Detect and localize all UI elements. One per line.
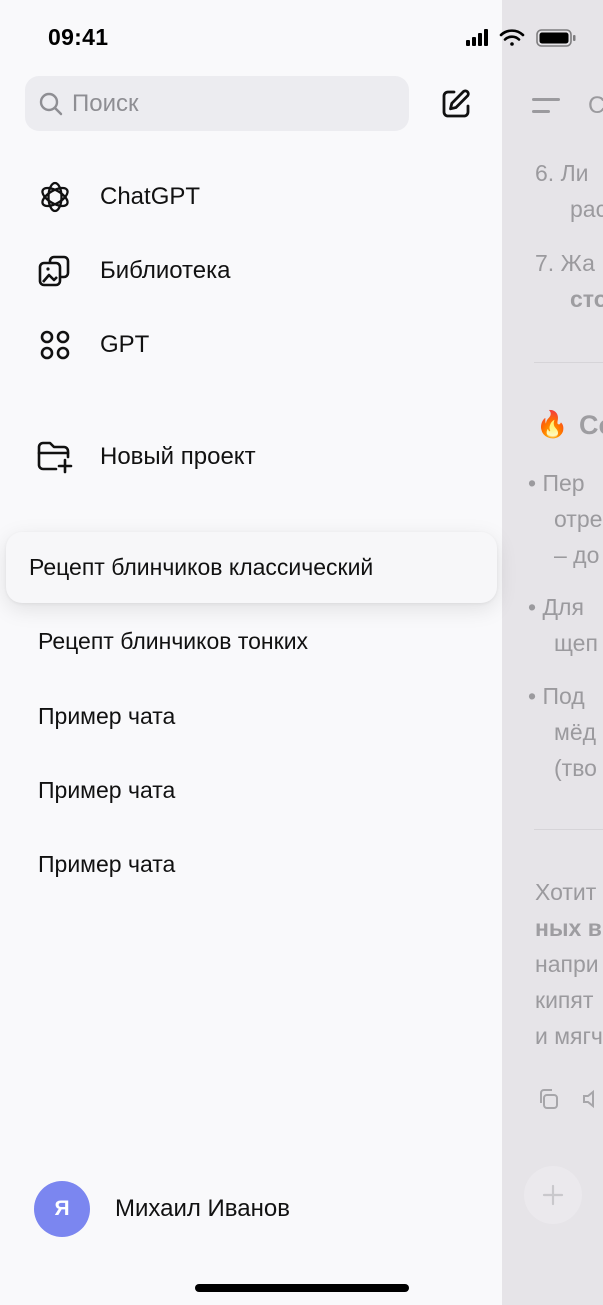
fire-emoji: 🔥 [536,409,569,439]
profile-name: Михаил Иванов [115,1195,290,1222]
chat-line: напри [535,951,599,977]
chat-line: рас [570,196,603,222]
profile-button[interactable]: Я Михаил Иванов [34,1181,290,1237]
menu-icon[interactable] [532,96,562,116]
nav-label: GPT [100,331,150,358]
home-indicator[interactable] [195,1284,409,1292]
chat-line: кипят [535,987,594,1013]
chat-line: и мягч [535,1023,603,1049]
chat-preview-panel[interactable]: С 6. Ли рас 7. Жа сто 🔥 Со • Пер отре – … [502,0,603,1305]
chat-line: • Для [528,594,584,620]
chat-line: 6. Ли [535,160,589,186]
avatar: Я [34,1181,90,1237]
chat-item[interactable]: Пример чата [38,851,175,878]
chat-line: сто [570,286,603,312]
chat-line: Хотит [535,879,597,905]
compose-icon[interactable] [438,86,474,122]
chat-item-active[interactable]: Рецепт блинчиков классический [6,532,497,603]
search-icon [39,92,63,115]
search-bar[interactable] [25,76,409,131]
divider [534,829,603,830]
status-time: 09:41 [48,24,109,50]
speaker-icon[interactable] [580,1087,603,1111]
nav-label: ChatGPT [100,183,201,210]
search-input[interactable] [72,89,372,118]
chat-line: – до [554,542,600,568]
grid-dots-icon [36,326,74,364]
nav-item-library[interactable]: Библиотека [36,249,231,293]
divider [534,362,603,363]
wifi-icon [499,29,525,46]
chat-line: отре [554,506,603,532]
chat-item[interactable]: Рецепт блинчиков тонких [38,628,308,655]
sidebar: 09:41 Поиск ChatGPT Библиотека GPT Новый… [0,0,576,1305]
plus-icon [542,1184,564,1206]
chat-heading: Со [579,410,603,440]
chat-item[interactable]: Пример чата [38,777,175,804]
new-project-button[interactable]: Новый проект [36,435,256,479]
nav-item-gpt[interactable]: GPT [36,323,149,367]
openai-logo-icon [36,178,74,216]
chat-line: щеп [554,630,598,656]
folder-plus-icon [36,438,74,476]
library-icon [36,252,74,290]
status-icons [466,29,576,47]
nav-item-chatgpt[interactable]: ChatGPT [36,175,200,219]
chat-title: С [588,92,603,119]
chat-line: мёд [554,719,597,745]
chat-line: • Под [528,683,585,709]
chat-line: • Пер [528,470,585,496]
new-project-label: Новый проект [100,443,256,470]
chat-line: ных в [535,915,602,941]
chat-line: 7. Жа [535,250,595,276]
chat-title: Рецепт блинчиков классический [29,554,374,580]
add-button[interactable] [524,1166,582,1224]
battery-icon [536,29,576,47]
nav-label: Библиотека [100,257,231,284]
chat-line: (тво [554,755,597,781]
copy-icon[interactable] [536,1087,560,1111]
signal-icon [466,29,488,46]
chat-item[interactable]: Пример чата [38,703,175,730]
